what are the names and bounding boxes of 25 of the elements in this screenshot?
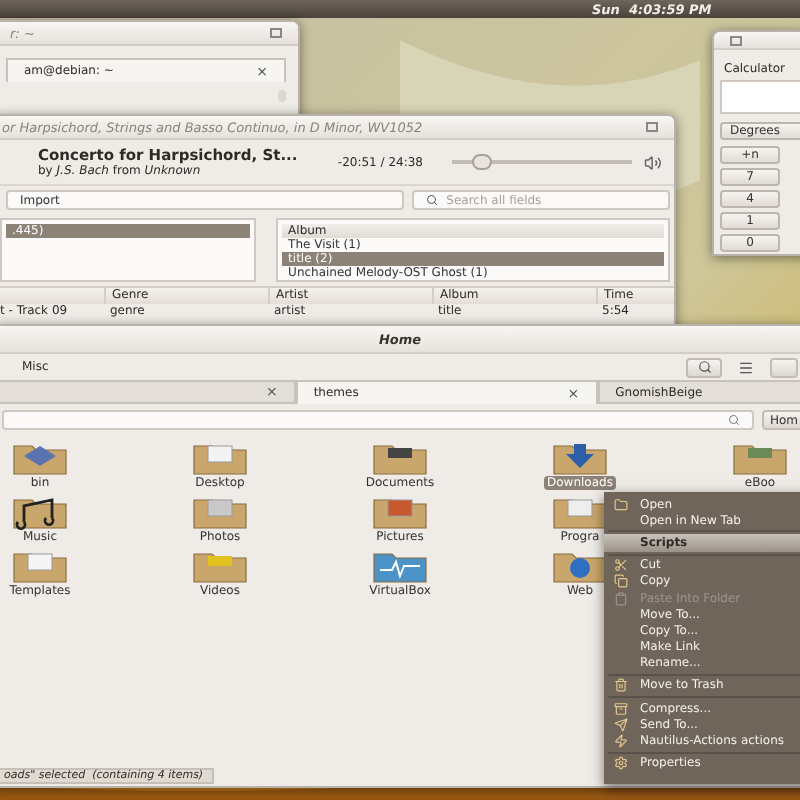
maximize-icon[interactable]: [730, 35, 742, 45]
archive-icon: [614, 701, 628, 716]
settings-icon: [614, 756, 628, 771]
search-icon: [727, 414, 740, 426]
folder-icon: [614, 497, 628, 512]
seek-slider[interactable]: [471, 154, 492, 170]
copy-icon: [614, 574, 628, 589]
menu-button[interactable]: [734, 357, 758, 377]
maximize-icon[interactable]: [646, 122, 658, 132]
search-icon: [697, 360, 711, 374]
send-icon: [614, 717, 628, 732]
folder-icon[interactable]: [372, 440, 428, 476]
search-button[interactable]: [686, 357, 722, 377]
lightning-icon: [614, 734, 628, 749]
folder-icon[interactable]: [12, 494, 68, 530]
trash-icon: [614, 678, 628, 693]
scissors-icon: [614, 558, 628, 573]
volume-icon[interactable]: [644, 153, 662, 171]
toolbar-button[interactable]: [770, 357, 798, 377]
maximize-icon[interactable]: [270, 28, 282, 38]
search-icon: [426, 194, 439, 206]
menu-icon: [738, 359, 754, 375]
calculator-display: [720, 80, 800, 114]
clipboard-icon: [614, 591, 628, 606]
location-field[interactable]: [2, 410, 754, 430]
